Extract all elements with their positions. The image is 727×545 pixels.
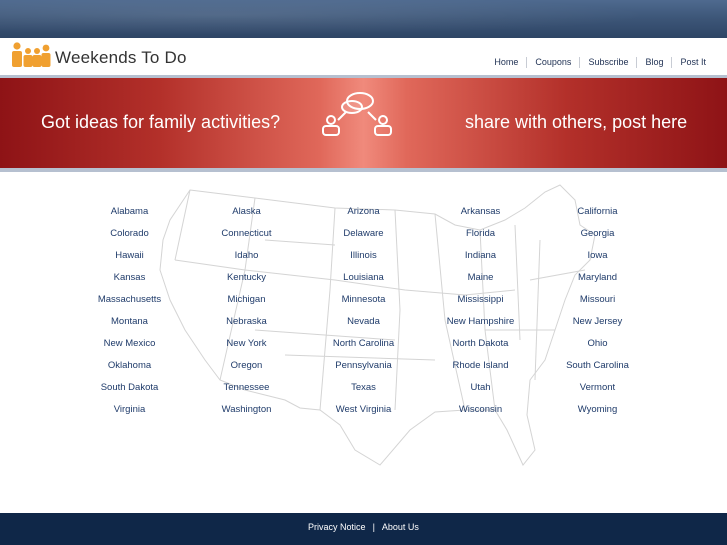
state-link-missouri[interactable]: Missouri bbox=[539, 290, 656, 312]
state-link-idaho[interactable]: Idaho bbox=[188, 246, 305, 268]
state-link-colorado[interactable]: Colorado bbox=[71, 224, 188, 246]
state-link-oklahoma[interactable]: Oklahoma bbox=[71, 356, 188, 378]
nav-subscribe[interactable]: Subscribe bbox=[579, 57, 636, 68]
state-link-texas[interactable]: Texas bbox=[305, 378, 422, 400]
state-link-kentucky[interactable]: Kentucky bbox=[188, 268, 305, 290]
nav-home[interactable]: Home bbox=[486, 57, 526, 68]
state-link-rhode-island[interactable]: Rhode Island bbox=[422, 356, 539, 378]
state-link-florida[interactable]: Florida bbox=[422, 224, 539, 246]
state-link-maryland[interactable]: Maryland bbox=[539, 268, 656, 290]
privacy-notice-link[interactable]: Privacy Notice bbox=[308, 522, 366, 532]
state-link-nevada[interactable]: Nevada bbox=[305, 312, 422, 334]
state-link-tennessee[interactable]: Tennessee bbox=[188, 378, 305, 400]
banner-divider bbox=[0, 168, 727, 172]
state-link-iowa[interactable]: Iowa bbox=[539, 246, 656, 268]
state-link-georgia[interactable]: Georgia bbox=[539, 224, 656, 246]
state-link-hawaii[interactable]: Hawaii bbox=[71, 246, 188, 268]
state-link-wisconsin[interactable]: Wisconsin bbox=[422, 400, 539, 422]
family-logo-icon[interactable] bbox=[11, 42, 51, 68]
state-link-new-hampshire[interactable]: New Hampshire bbox=[422, 312, 539, 334]
state-link-ohio[interactable]: Ohio bbox=[539, 334, 656, 356]
state-link-connecticut[interactable]: Connecticut bbox=[188, 224, 305, 246]
top-band bbox=[0, 0, 727, 38]
state-link-illinois[interactable]: Illinois bbox=[305, 246, 422, 268]
state-link-nebraska[interactable]: Nebraska bbox=[188, 312, 305, 334]
state-link-massachusetts[interactable]: Massachusetts bbox=[71, 290, 188, 312]
state-link-new-mexico[interactable]: New Mexico bbox=[71, 334, 188, 356]
state-link-pennsylvania[interactable]: Pennsylvania bbox=[305, 356, 422, 378]
state-link-delaware[interactable]: Delaware bbox=[305, 224, 422, 246]
state-link-alabama[interactable]: Alabama bbox=[71, 202, 188, 224]
nav-coupons[interactable]: Coupons bbox=[526, 57, 579, 68]
footer-links: Privacy Notice | About Us bbox=[0, 522, 727, 532]
state-link-kansas[interactable]: Kansas bbox=[71, 268, 188, 290]
chat-people-icon[interactable] bbox=[318, 90, 396, 138]
state-link-new-york[interactable]: New York bbox=[188, 334, 305, 356]
banner-right-text[interactable]: share with others, post here bbox=[465, 112, 687, 133]
footer-separator: | bbox=[372, 522, 375, 532]
banner-left-text[interactable]: Got ideas for family activities? bbox=[41, 112, 280, 133]
state-link-utah[interactable]: Utah bbox=[422, 378, 539, 400]
state-links-grid: Alabama Alaska Arizona Arkansas Californ… bbox=[71, 202, 655, 422]
state-link-arkansas[interactable]: Arkansas bbox=[422, 202, 539, 224]
state-link-california[interactable]: California bbox=[539, 202, 656, 224]
state-link-new-jersey[interactable]: New Jersey bbox=[539, 312, 656, 334]
state-link-mississippi[interactable]: Mississippi bbox=[422, 290, 539, 312]
state-link-montana[interactable]: Montana bbox=[71, 312, 188, 334]
state-link-wyoming[interactable]: Wyoming bbox=[539, 400, 656, 422]
state-link-indiana[interactable]: Indiana bbox=[422, 246, 539, 268]
site-brand[interactable]: Weekends To Do bbox=[55, 48, 187, 68]
state-link-north-dakota[interactable]: North Dakota bbox=[422, 334, 539, 356]
state-link-maine[interactable]: Maine bbox=[422, 268, 539, 290]
state-link-south-dakota[interactable]: South Dakota bbox=[71, 378, 188, 400]
state-link-washington[interactable]: Washington bbox=[188, 400, 305, 422]
state-link-south-carolina[interactable]: South Carolina bbox=[539, 356, 656, 378]
state-link-oregon[interactable]: Oregon bbox=[188, 356, 305, 378]
state-link-virginia[interactable]: Virginia bbox=[71, 400, 188, 422]
state-link-louisiana[interactable]: Louisiana bbox=[305, 268, 422, 290]
nav-post-it[interactable]: Post It bbox=[671, 57, 714, 68]
nav-blog[interactable]: Blog bbox=[636, 57, 671, 68]
state-link-north-carolina[interactable]: North Carolina bbox=[305, 334, 422, 356]
state-link-minnesota[interactable]: Minnesota bbox=[305, 290, 422, 312]
state-link-arizona[interactable]: Arizona bbox=[305, 202, 422, 224]
about-us-link[interactable]: About Us bbox=[382, 522, 419, 532]
state-link-vermont[interactable]: Vermont bbox=[539, 378, 656, 400]
state-link-west-virginia[interactable]: West Virginia bbox=[305, 400, 422, 422]
state-link-alaska[interactable]: Alaska bbox=[188, 202, 305, 224]
state-link-michigan[interactable]: Michigan bbox=[188, 290, 305, 312]
top-nav: Home Coupons Subscribe Blog Post It bbox=[486, 57, 714, 68]
